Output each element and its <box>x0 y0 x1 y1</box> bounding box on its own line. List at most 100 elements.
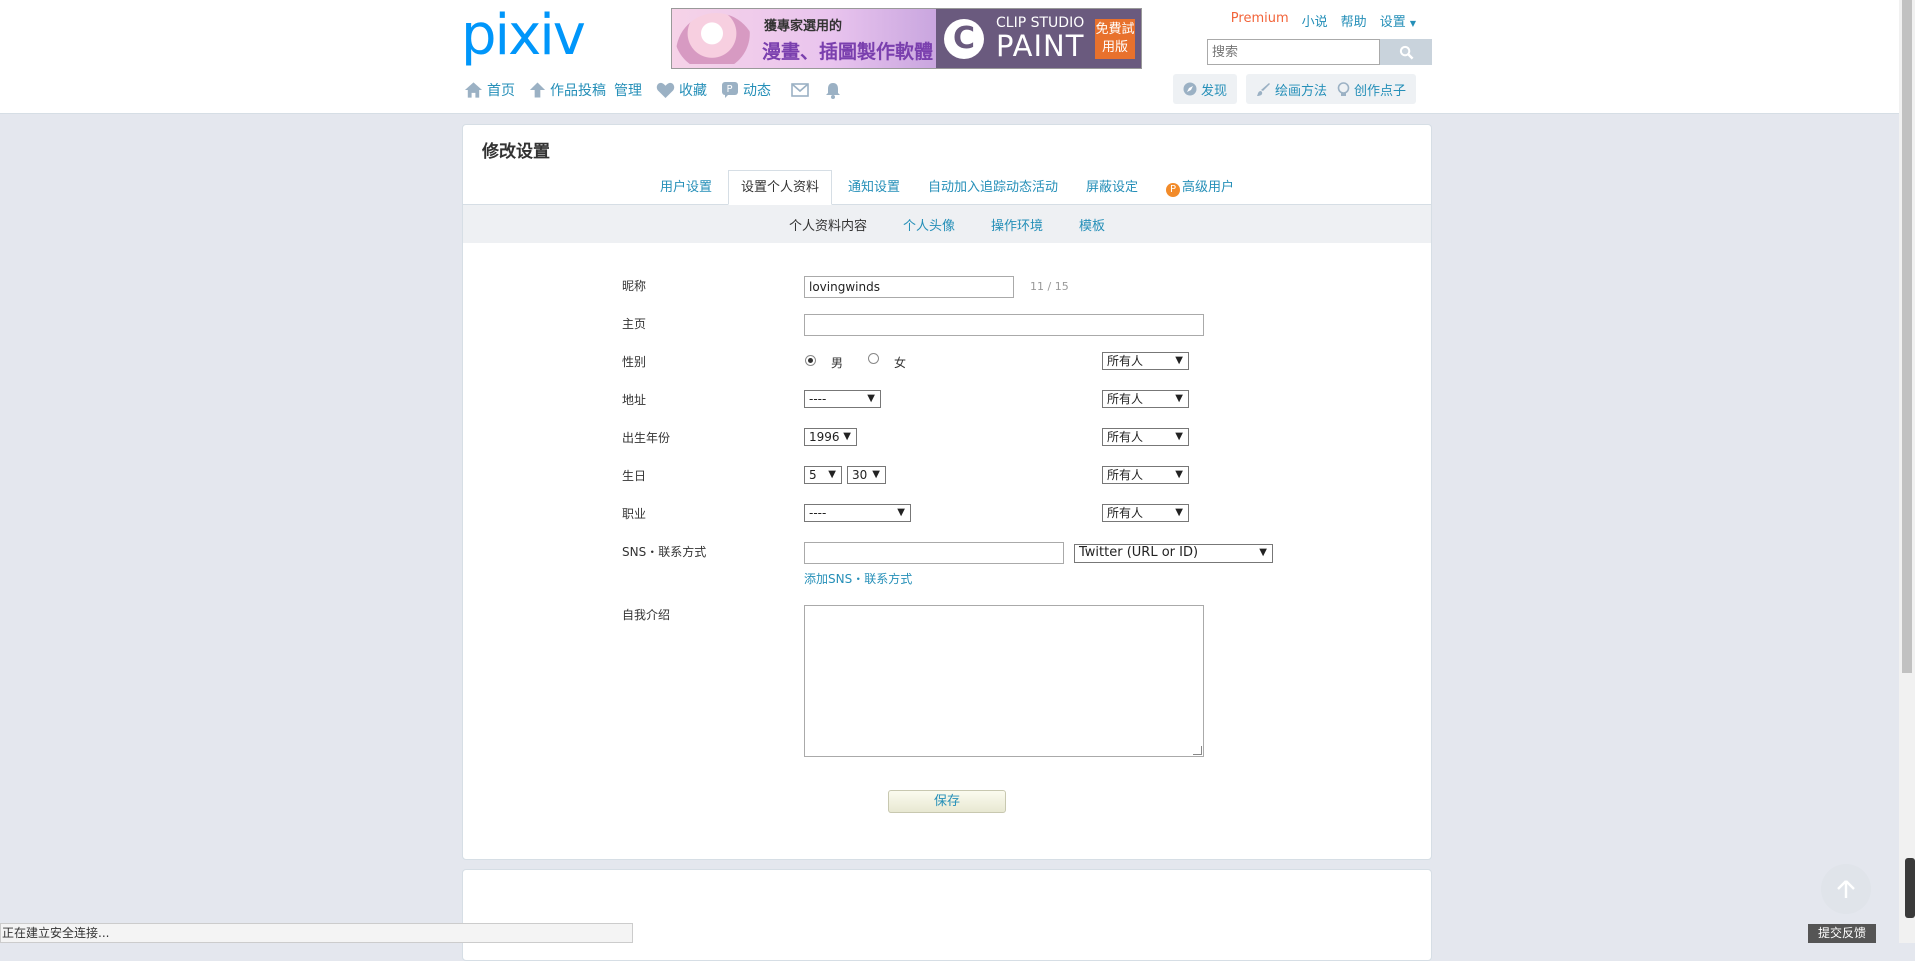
upload-arrow-icon <box>529 82 546 98</box>
birthday-visibility-select[interactable]: 所有人 ▼ <box>1102 466 1189 484</box>
address-visibility-select[interactable]: 所有人 ▼ <box>1102 390 1189 408</box>
sns-type-select[interactable]: Twitter (URL or ID) ▼ <box>1074 544 1273 563</box>
nav-home-label: 首页 <box>487 83 515 99</box>
birthday-month-select[interactable]: 5 ▼ <box>804 466 842 484</box>
dropdown-arrow-icon: ▼ <box>872 469 880 480</box>
banner-right: C CLIP STUDIO PAINT 免費試用版 <box>936 9 1141 68</box>
dropdown-arrow-icon: ▼ <box>897 507 905 518</box>
gender-male-label: 男 <box>831 356 844 370</box>
tab-block-settings[interactable]: 屏蔽设定 <box>1074 171 1150 204</box>
feedback-button[interactable]: 提交反馈 <box>1808 924 1876 943</box>
premium-link[interactable]: Premium <box>1231 11 1289 30</box>
banner-line2: 漫畫、插圖製作軟體 <box>762 41 934 63</box>
nav-ideas[interactable]: 创作点子 <box>1337 80 1406 99</box>
svg-text:P: P <box>727 84 733 95</box>
back-to-top-button[interactable] <box>1821 864 1871 914</box>
nav-howto-label: 绘画方法 <box>1274 83 1327 99</box>
gender-male-radio[interactable] <box>805 355 816 366</box>
compass-icon <box>1183 82 1197 96</box>
subtab-environment[interactable]: 操作环境 <box>991 215 1043 234</box>
nav-feed[interactable]: P 动态 <box>721 80 771 100</box>
birth-year-visibility-value: 所有人 <box>1107 430 1144 444</box>
nav-bookmarks-label: 收藏 <box>679 83 707 99</box>
homepage-input[interactable] <box>804 314 1204 336</box>
settings-panel: 修改设置 用户设置 设置个人资料 通知设置 自动加入追踪动态活动 屏蔽设定 P高… <box>462 124 1432 860</box>
job-label: 职业 <box>622 507 647 521</box>
gender-visibility-select[interactable]: 所有人 ▼ <box>1102 352 1189 370</box>
site-header: pixiv 獲專家選用的 漫畫、插圖製作軟體 C CLIP STUDIO PAI… <box>0 0 1899 114</box>
tab-notification-settings[interactable]: 通知设置 <box>836 171 912 204</box>
nav-post-label: 作品投稿 <box>550 83 606 99</box>
dropdown-arrow-icon: ▼ <box>1175 507 1183 518</box>
nav-manage[interactable]: 管理 <box>614 80 642 100</box>
tab-premium-label: 高级用户 <box>1182 180 1235 195</box>
birthday-day-value: 30 <box>852 468 868 482</box>
sns-label: SNS・联系方式 <box>622 545 707 559</box>
browser-status-bar: 正在建立安全连接... <box>0 923 633 943</box>
birth-year-visibility-select[interactable]: 所有人 ▼ <box>1102 428 1189 446</box>
nav-howto[interactable]: 绘画方法 <box>1256 80 1327 99</box>
address-select[interactable]: ---- ▼ <box>804 390 881 408</box>
subtab-avatar[interactable]: 个人头像 <box>903 215 955 234</box>
nickname-input[interactable]: lovingwinds <box>804 276 1014 298</box>
save-button[interactable]: 保存 <box>888 790 1006 813</box>
job-visibility-value: 所有人 <box>1107 506 1144 520</box>
scrollbar-thumb[interactable] <box>1902 0 1912 673</box>
nav-home[interactable]: 首页 <box>464 80 515 100</box>
subtab-profile-content[interactable]: 个人资料内容 <box>789 215 867 234</box>
resize-grip-icon[interactable] <box>1193 746 1202 755</box>
address-visibility-value: 所有人 <box>1107 392 1144 406</box>
add-sns-link[interactable]: 添加SNS・联系方式 <box>804 570 912 587</box>
howto-group: 绘画方法 创作点子 <box>1245 74 1416 104</box>
search-box <box>1207 39 1432 65</box>
search-button[interactable] <box>1380 39 1432 65</box>
home-icon <box>464 82 483 98</box>
dropdown-arrow-icon: ▼ <box>867 393 875 404</box>
nav-bookmarks[interactable]: 收藏 <box>656 80 707 100</box>
sns-input[interactable] <box>804 542 1064 564</box>
birth-year-value: 1996 <box>809 430 840 444</box>
side-widget[interactable] <box>1905 858 1915 918</box>
help-link[interactable]: 帮助 <box>1341 11 1367 30</box>
secondary-nav: 发现 绘画方法 创作点子 <box>1172 74 1416 104</box>
birth-year-select[interactable]: 1996 ▼ <box>804 428 857 446</box>
address-value: ---- <box>809 392 827 406</box>
messages-button[interactable] <box>791 83 809 97</box>
gender-label: 性别 <box>622 355 647 369</box>
page-scrollbar[interactable] <box>1899 0 1915 943</box>
tab-user-settings[interactable]: 用户设置 <box>648 171 724 204</box>
tab-profile-settings[interactable]: 设置个人资料 <box>727 170 832 205</box>
birthday-month-value: 5 <box>809 468 817 482</box>
job-select[interactable]: ---- ▼ <box>804 504 911 522</box>
sns-type-value: Twitter (URL or ID) <box>1079 545 1199 560</box>
ad-banner[interactable]: 獲專家選用的 漫畫、插圖製作軟體 C CLIP STUDIO PAINT 免費試… <box>671 8 1142 69</box>
gender-female-label: 女 <box>894 356 907 370</box>
settings-menu[interactable]: 设置 ▼ <box>1380 11 1416 30</box>
banner-badge: 免費試用版 <box>1095 19 1135 59</box>
tab-auto-follow-activity[interactable]: 自动加入追踪动态活动 <box>916 171 1070 204</box>
dropdown-arrow-icon: ▼ <box>1175 431 1183 442</box>
job-visibility-select[interactable]: 所有人 ▼ <box>1102 504 1189 522</box>
pixiv-logo[interactable]: pixiv <box>461 5 586 67</box>
dropdown-arrow-icon: ▼ <box>1175 469 1183 480</box>
subtab-template[interactable]: 模板 <box>1079 215 1105 234</box>
premium-icon: P <box>1166 183 1181 197</box>
birthday-label: 生日 <box>622 469 647 483</box>
gender-female-radio[interactable] <box>868 353 879 364</box>
notifications-button[interactable] <box>825 82 841 99</box>
mail-icon <box>791 83 809 97</box>
nav-feed-label: 动态 <box>743 83 771 99</box>
bio-textarea[interactable] <box>804 605 1204 757</box>
banner-line1: 獲專家選用的 <box>764 19 843 34</box>
nav-post[interactable]: 作品投稿 <box>529 80 606 100</box>
birthday-visibility-value: 所有人 <box>1107 468 1144 482</box>
tab-premium-user[interactable]: P 高级用户 <box>1154 171 1246 204</box>
nav-ideas-label: 创作点子 <box>1353 83 1406 99</box>
novel-link[interactable]: 小说 <box>1302 11 1328 30</box>
nav-discover-label: 发现 <box>1200 83 1227 99</box>
birthday-day-select[interactable]: 30 ▼ <box>847 466 886 484</box>
search-input[interactable] <box>1207 39 1380 65</box>
banner-left: 獲專家選用的 漫畫、插圖製作軟體 <box>672 9 936 68</box>
nav-discover[interactable]: 发现 <box>1183 80 1227 99</box>
anime-character-image <box>676 13 756 64</box>
